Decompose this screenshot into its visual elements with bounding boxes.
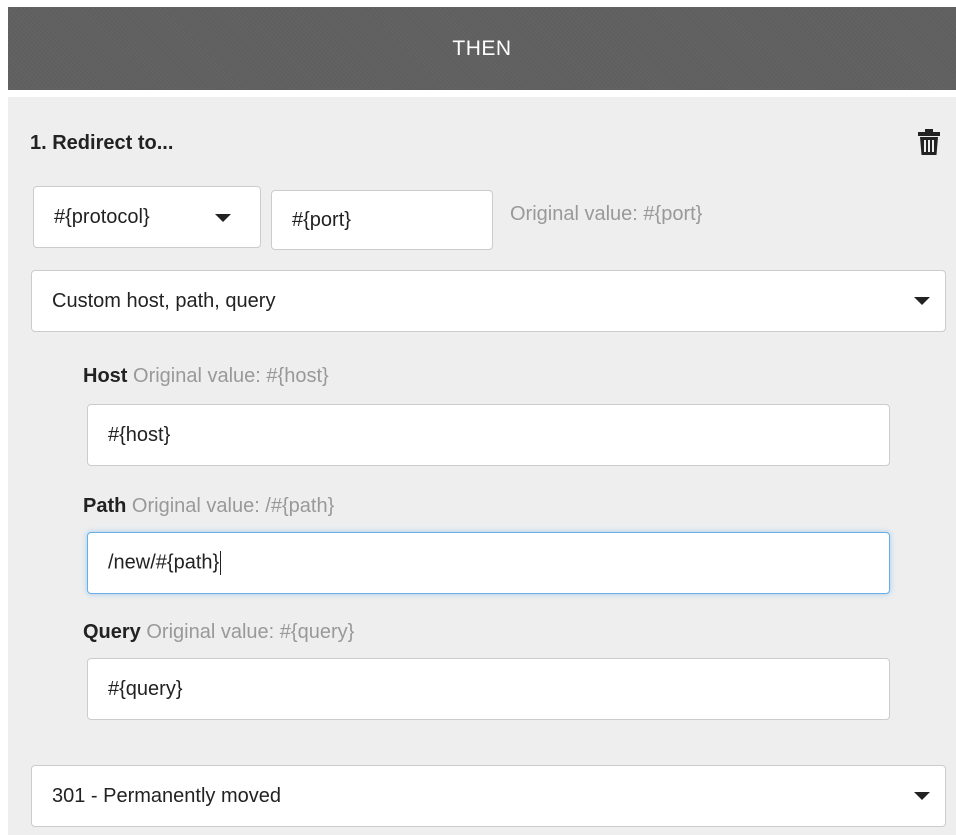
path-input[interactable]: /new/#{path} xyxy=(87,532,890,594)
query-input-value: #{query} xyxy=(108,677,183,700)
redirect-mode-select[interactable]: Custom host, path, query xyxy=(31,270,946,332)
path-label-text: Path xyxy=(83,495,127,517)
host-input-value: #{host} xyxy=(108,423,171,446)
redirect-mode-value: Custom host, path, query xyxy=(52,289,276,312)
port-original-hint: Original value: #{port} xyxy=(510,203,703,225)
chevron-down-icon xyxy=(914,792,930,800)
trash-icon[interactable] xyxy=(918,129,940,155)
query-label: Query Original value: #{query} xyxy=(83,621,354,644)
query-input[interactable]: #{query} xyxy=(87,658,890,720)
host-label: Host Original value: #{host} xyxy=(83,365,329,388)
status-code-select[interactable]: 301 - Permanently moved xyxy=(31,765,946,827)
query-original-hint: Original value: #{query} xyxy=(146,621,355,643)
chevron-down-icon xyxy=(215,214,231,222)
protocol-select-value: #{protocol} xyxy=(54,205,150,228)
text-cursor xyxy=(220,551,222,575)
chevron-down-icon xyxy=(914,297,930,305)
path-original-hint: Original value: /#{path} xyxy=(131,495,335,517)
then-title: THEN xyxy=(452,36,512,60)
status-code-value: 301 - Permanently moved xyxy=(52,784,282,807)
action-title: 1. Redirect to... xyxy=(30,132,174,154)
port-input-value: #{port} xyxy=(292,208,351,231)
path-input-value: /new/#{path} xyxy=(108,551,220,574)
then-header: THEN xyxy=(8,7,956,90)
query-label-text: Query xyxy=(83,621,141,643)
port-input[interactable]: #{port} xyxy=(271,190,493,250)
path-label: Path Original value: /#{path} xyxy=(83,495,334,518)
host-input[interactable]: #{host} xyxy=(87,404,890,466)
protocol-select[interactable]: #{protocol} xyxy=(33,186,261,248)
host-label-text: Host xyxy=(83,365,128,387)
redirect-action-panel: 1. Redirect to... #{protocol} #{port} Or… xyxy=(8,97,956,835)
host-original-hint: Original value: #{host} xyxy=(133,365,329,387)
